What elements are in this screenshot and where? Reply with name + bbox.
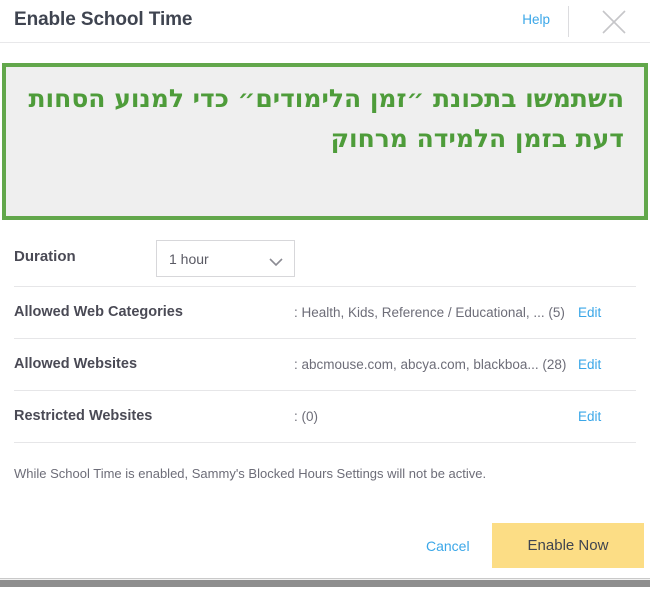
scrollbar-thumb[interactable] [0,580,650,587]
page-title: Enable School Time [14,9,193,30]
setting-label: Allowed Web Categories [14,304,183,320]
setting-value-text: : abcmouse.com, abcya.com, blackboa... [294,357,539,372]
scrollbar-track[interactable] [0,578,650,587]
duration-select[interactable]: 1 hour [156,240,295,277]
enable-school-time-dialog: Enable School Time Help השתמשו בתכונת ״ז… [0,0,650,590]
duration-label: Duration [14,248,76,265]
horizontal-scrollbar[interactable] [0,578,650,590]
edit-link[interactable]: Edit [578,409,601,424]
setting-label: Restricted Websites [14,408,153,424]
edit-link[interactable]: Edit [578,305,601,320]
setting-count: (5) [548,305,565,320]
enable-now-button[interactable]: Enable Now [492,523,644,568]
promo-callout: השתמשו בתכונת ״זמן הלימודים״ כדי למנוע ה… [2,63,648,220]
setting-value-text: : (0) [294,409,319,424]
setting-row-allowed-web-categories: Allowed Web Categories : Health, Kids, R… [0,287,650,339]
help-link[interactable]: Help [522,12,550,27]
chevron-down-icon [269,254,283,267]
setting-row-restricted-websites: Restricted Websites : (0) Edit [0,391,650,443]
promo-callout-text: השתמשו בתכונת ״זמן הלימודים״ כדי למנוע ה… [28,84,624,153]
dialog-header: Enable School Time Help [0,0,650,43]
setting-value: : (0) [294,409,318,424]
row-divider [14,442,636,443]
setting-value: : Health, Kids, Reference / Educational,… [294,305,565,320]
cancel-button[interactable]: Cancel [426,538,470,554]
close-icon [592,2,636,42]
header-divider [568,6,569,37]
setting-row-allowed-websites: Allowed Websites : abcmouse.com, abcya.c… [0,339,650,391]
setting-label: Allowed Websites [14,356,138,372]
dialog-body: Duration 1 hour Allowed Web Categories :… [0,220,650,443]
setting-value-text: : Health, Kids, Reference / Educational,… [294,305,545,320]
close-button[interactable] [592,2,636,42]
school-time-note: While School Time is enabled, Sammy's Bl… [14,466,487,481]
edit-link[interactable]: Edit [578,357,601,372]
duration-row: Duration 1 hour [0,220,650,287]
duration-select-value: 1 hour [169,251,209,267]
setting-value: : abcmouse.com, abcya.com, blackboa... (… [294,357,566,372]
setting-count: (28) [542,357,567,372]
